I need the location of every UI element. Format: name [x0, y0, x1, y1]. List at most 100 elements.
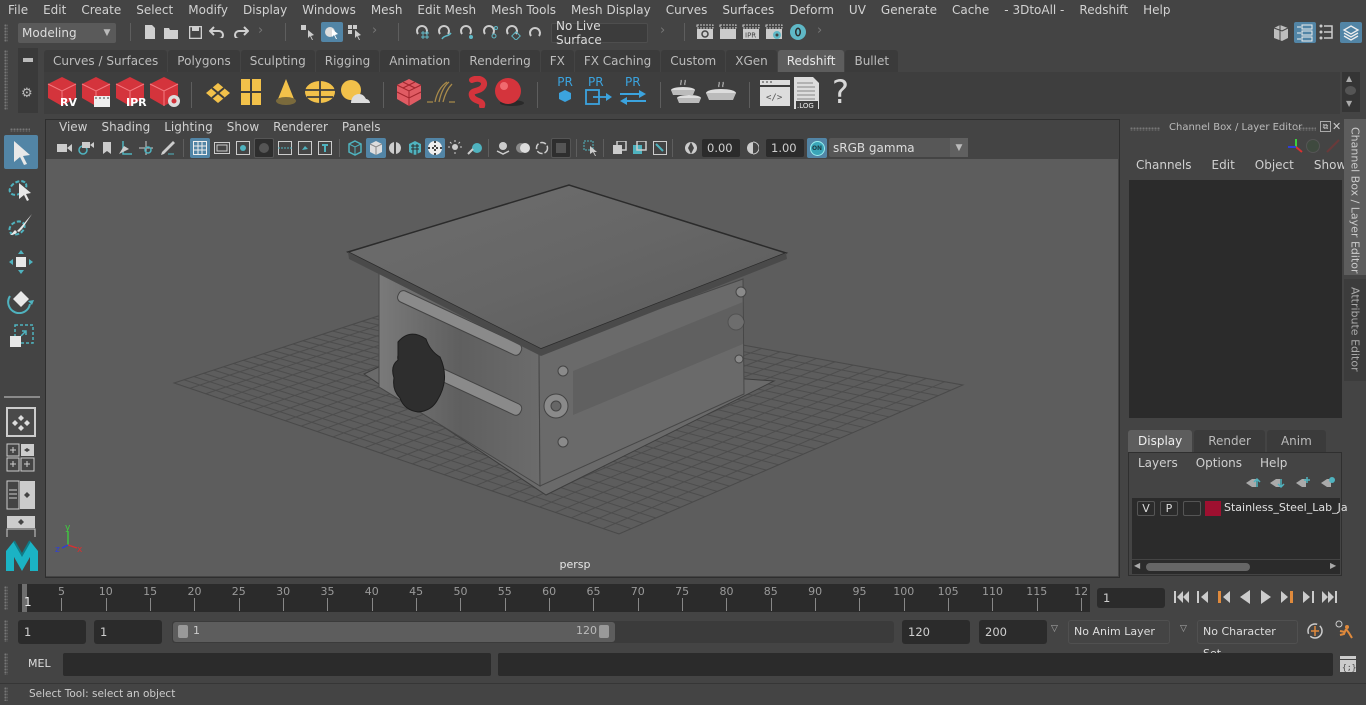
menu-help[interactable]: Help: [1135, 3, 1177, 17]
new-layer-from-selected-icon[interactable]: [1320, 476, 1336, 491]
image-plane-icon[interactable]: [116, 139, 134, 157]
rotate-tool[interactable]: [4, 282, 38, 316]
collapse-chevron-icon[interactable]: ›: [817, 23, 822, 38]
range-slider-bar[interactable]: 1 120: [173, 622, 615, 642]
single-perspective-layout-button[interactable]: [4, 405, 38, 439]
layer-menu-options[interactable]: Options: [1192, 456, 1256, 470]
wireframe-icon[interactable]: [346, 139, 364, 157]
textured-icon[interactable]: [406, 139, 424, 157]
script-editor-button[interactable]: </>: [759, 79, 791, 110]
render-settings-icon[interactable]: [765, 23, 783, 41]
play-backwards-icon[interactable]: [1236, 588, 1254, 606]
redshift-render-view-button[interactable]: RV: [46, 75, 78, 112]
camera-select-icon[interactable]: [56, 139, 74, 157]
redshift-render-settings-button[interactable]: [148, 75, 182, 112]
shelf-settings-gear-icon[interactable]: ⚙: [21, 86, 33, 101]
viewport-menu-view[interactable]: View: [52, 120, 94, 138]
menu-3dtoall[interactable]: - 3DtoAll -: [996, 3, 1071, 17]
undo-icon[interactable]: [208, 23, 226, 41]
scroll-handle[interactable]: [1146, 563, 1250, 571]
viewport-menu-shading[interactable]: Shading: [94, 120, 157, 138]
ipr-render-icon[interactable]: IPR: [742, 23, 760, 41]
xray-joints-icon[interactable]: [533, 139, 551, 157]
menu-mesh[interactable]: Mesh: [363, 3, 410, 17]
redshift-material-button[interactable]: [492, 76, 526, 111]
menu-redshift[interactable]: Redshift: [1071, 3, 1135, 17]
speed-icon[interactable]: [1306, 139, 1320, 153]
paint-select-tool[interactable]: [4, 208, 38, 242]
viewport-menu-lighting[interactable]: Lighting: [157, 120, 220, 138]
hypershade-icon[interactable]: [789, 23, 807, 41]
open-scene-icon[interactable]: [163, 23, 181, 41]
film-gate-icon[interactable]: [213, 139, 231, 157]
toolbox-grip[interactable]: [10, 128, 30, 132]
attribute-editor-toggle-icon[interactable]: [1294, 22, 1316, 43]
ambient-occlusion-icon[interactable]: [466, 139, 484, 157]
menu-edit[interactable]: Edit: [35, 3, 73, 17]
redshift-hair-button[interactable]: [425, 80, 457, 109]
safe-action-icon[interactable]: [296, 139, 314, 157]
redshift-ies-light-button[interactable]: [273, 77, 299, 110]
channel-box-toggle-icon[interactable]: [1340, 22, 1362, 43]
menu-edit-mesh[interactable]: Edit Mesh: [409, 3, 483, 17]
time-slider[interactable]: 1 5 10 15 20 25 30 35 40 45 50 55 60 65 70 75 80 85 90 95 1…: [18, 584, 1090, 612]
gamma-field[interactable]: 1.00: [766, 139, 804, 157]
depth-of-field-icon[interactable]: [651, 139, 669, 157]
collapse-chevron-icon[interactable]: ›: [660, 23, 665, 38]
wireframe-on-shaded-icon[interactable]: [386, 139, 404, 157]
menu-windows[interactable]: Windows: [294, 3, 363, 17]
menu-select[interactable]: Select: [128, 3, 180, 17]
select-camera-icon[interactable]: [582, 139, 600, 157]
snap-grid-icon[interactable]: [413, 23, 431, 41]
live-surface-field[interactable]: No Live Surface: [551, 19, 648, 47]
select-object-icon[interactable]: [321, 22, 343, 42]
workspace-mode-dropdown[interactable]: Modeling ▼: [18, 23, 116, 43]
camera-attributes-icon[interactable]: [77, 139, 95, 157]
step-back-key-icon[interactable]: [1215, 588, 1233, 606]
side-tab-channel-box[interactable]: Channel Box / Layer Editor: [1344, 119, 1366, 275]
shelf-scrollbar[interactable]: ▲ ▼: [1342, 72, 1360, 112]
new-scene-icon[interactable]: [141, 23, 159, 41]
snap-point-icon[interactable]: [458, 23, 476, 41]
menu-cache[interactable]: Cache: [944, 3, 996, 17]
shelf-tab-fx[interactable]: FX: [540, 50, 574, 72]
redshift-dome-light-button[interactable]: [303, 77, 337, 110]
exposure-field[interactable]: 0.00: [702, 139, 740, 157]
resolution-gate-icon[interactable]: [234, 139, 252, 157]
shelf-tab-polygons[interactable]: Polygons: [168, 50, 240, 72]
shelf-tab-redshift[interactable]: Redshift: [777, 50, 845, 72]
playback-start-field[interactable]: 1: [94, 620, 162, 644]
manipulator-icon[interactable]: [1286, 137, 1304, 158]
select-component-icon[interactable]: [346, 23, 364, 41]
xray-components-icon[interactable]: [551, 138, 571, 158]
layer-menu-help[interactable]: Help: [1256, 456, 1301, 470]
command-line-grip[interactable]: [4, 653, 8, 675]
make-live-icon[interactable]: [527, 23, 545, 41]
view-transform-dropdown[interactable]: sRGB gamma ▼: [829, 138, 968, 157]
scroll-down-icon[interactable]: ▼: [1346, 99, 1352, 108]
tool-settings-toggle-icon[interactable]: [1318, 23, 1336, 41]
move-layer-up-icon[interactable]: [1245, 477, 1261, 492]
collapse-chevron-icon[interactable]: ›: [372, 23, 377, 38]
shelf-tabs-menu-icon[interactable]: [23, 58, 33, 62]
redo-icon[interactable]: [232, 23, 250, 41]
graph-layout-button[interactable]: [4, 515, 38, 537]
viewport-menu-panels[interactable]: Panels: [335, 120, 388, 138]
anim-layer-dropdown-arrow-icon[interactable]: ▽: [1051, 624, 1058, 634]
snap-live-icon[interactable]: [504, 23, 522, 41]
menu-file[interactable]: File: [0, 3, 35, 17]
viewport-canvas[interactable]: y x z persp: [46, 159, 1118, 576]
lasso-tool[interactable]: [4, 172, 38, 206]
menu-curves[interactable]: Curves: [658, 3, 715, 17]
menu-mesh-display[interactable]: Mesh Display: [563, 3, 658, 17]
layer-name[interactable]: Stainless_Steel_Lab_Ja: [1224, 501, 1348, 514]
hyperbolic-icon[interactable]: [1326, 139, 1340, 156]
redshift-proxy-button[interactable]: [394, 77, 424, 110]
shelf-tab-sculpting[interactable]: Sculpting: [240, 50, 315, 72]
range-end-handle[interactable]: [599, 625, 609, 638]
isolate-select-icon[interactable]: [494, 139, 512, 157]
save-scene-icon[interactable]: [186, 23, 204, 41]
toolbar-grip[interactable]: [4, 24, 8, 42]
layer-row[interactable]: V P Stainless_Steel_Lab_Ja: [1132, 500, 1348, 518]
layer-display-type-toggle[interactable]: [1183, 501, 1201, 516]
